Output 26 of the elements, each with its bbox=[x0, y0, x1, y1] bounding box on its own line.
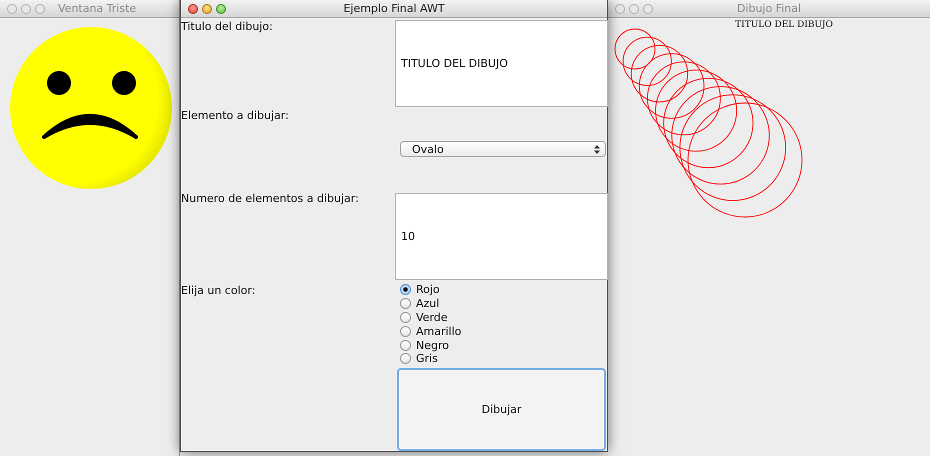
zoom-button[interactable] bbox=[35, 4, 45, 14]
radio-option[interactable]: Rojo bbox=[400, 283, 607, 297]
radio-option[interactable]: Azul bbox=[400, 296, 607, 311]
field-label: Numero de elementos a dibujar: bbox=[181, 191, 359, 205]
field-label: Elija un color: bbox=[181, 283, 256, 297]
text-field[interactable]: TITULO DEL DIBUJO bbox=[395, 20, 608, 107]
window-title: Ventana Triste bbox=[58, 2, 136, 15]
window-title: Ejemplo Final AWT bbox=[343, 2, 445, 15]
field-label: Elemento a dibujar: bbox=[181, 108, 289, 122]
field-label: Titulo del dibujo: bbox=[181, 19, 273, 33]
minimize-button[interactable] bbox=[629, 4, 639, 14]
radio-option[interactable]: Verde bbox=[400, 310, 607, 324]
zoom-button[interactable] bbox=[216, 4, 226, 14]
close-button[interactable] bbox=[188, 4, 198, 14]
text-field[interactable]: 10 bbox=[395, 193, 608, 280]
radio-option[interactable]: Gris bbox=[400, 352, 607, 366]
up-down-arrows-icon bbox=[594, 144, 600, 154]
radio-option[interactable]: Negro bbox=[400, 338, 607, 352]
zoom-button[interactable] bbox=[643, 4, 653, 14]
window-title: Dibujo Final bbox=[736, 2, 802, 15]
dropdown[interactable]: Ovalo bbox=[400, 141, 606, 157]
drawing-title: TITULO DEL DIBUJO bbox=[735, 19, 833, 30]
draw-button[interactable]: Dibujar bbox=[397, 368, 606, 451]
minimize-button[interactable] bbox=[202, 4, 212, 14]
radio-option[interactable]: Amarillo bbox=[400, 324, 607, 338]
minimize-button[interactable] bbox=[21, 4, 31, 14]
